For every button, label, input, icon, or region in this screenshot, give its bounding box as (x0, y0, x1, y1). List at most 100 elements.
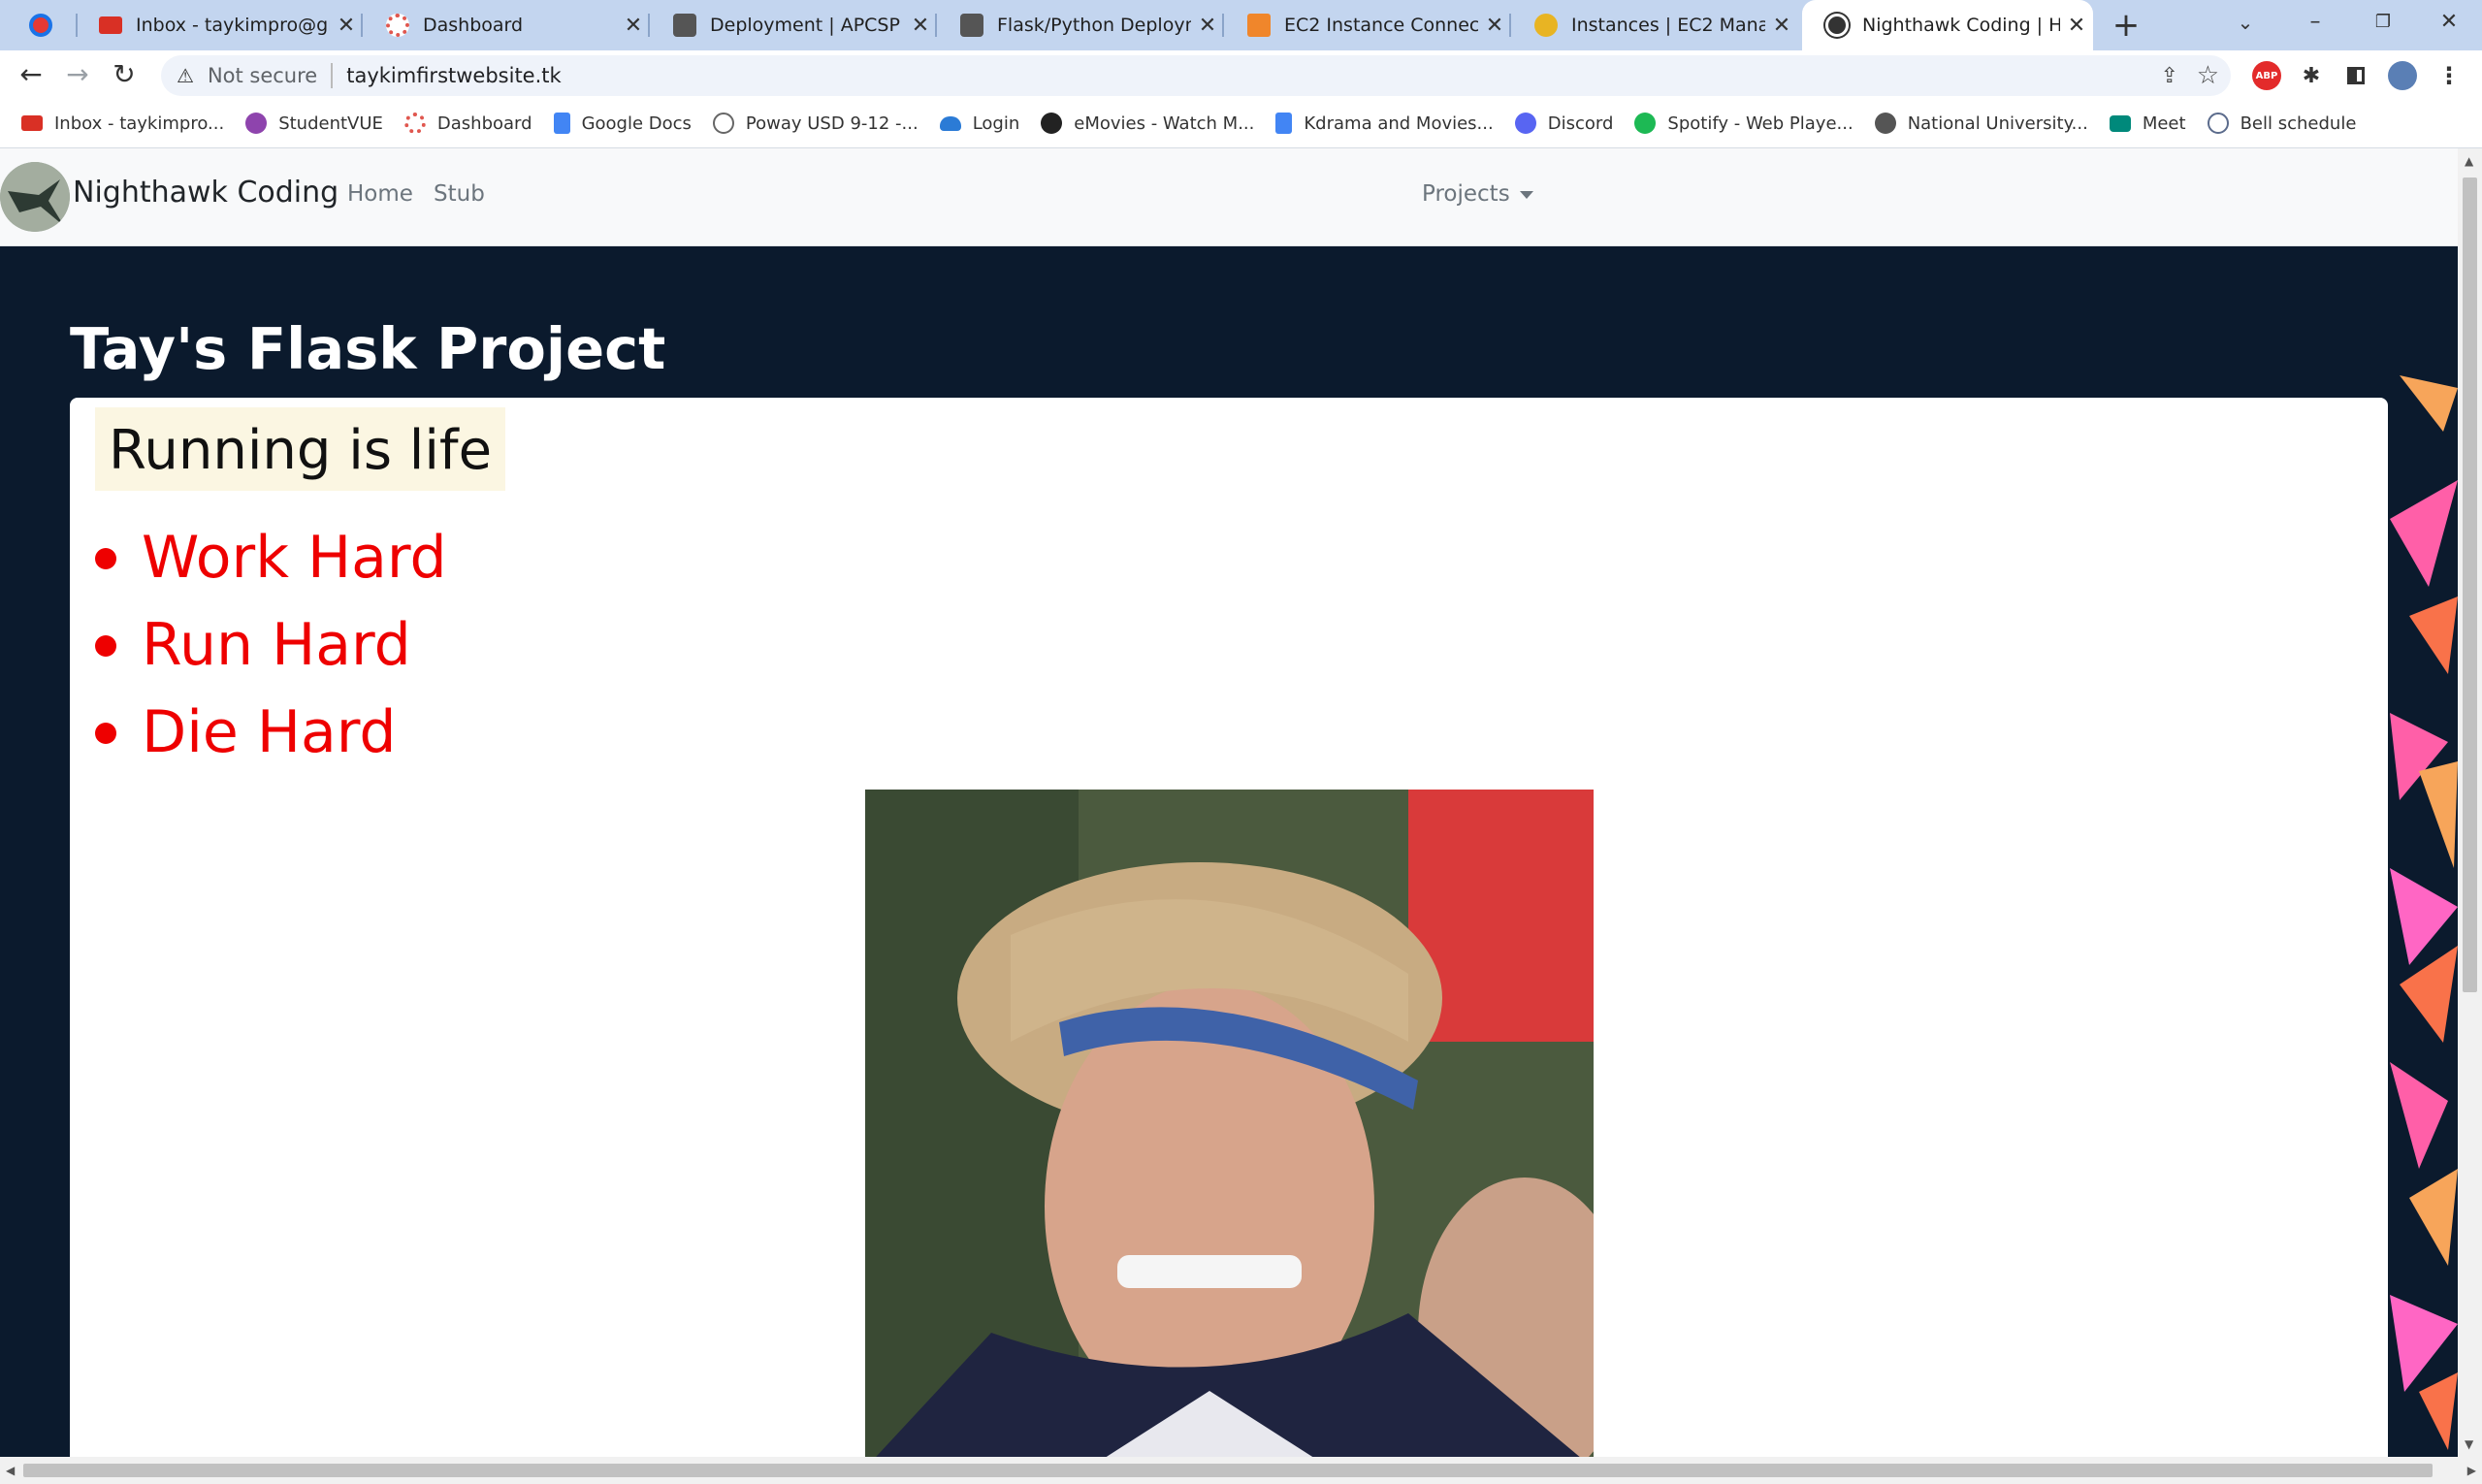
bell-schedule-icon (2207, 113, 2229, 134)
tab-4-close-icon[interactable]: ✕ (1191, 14, 1224, 38)
bookmark-google-docs[interactable]: Google Docs (553, 113, 692, 134)
chrome-menu-kebab-icon[interactable]: ⋮ (2434, 61, 2464, 90)
nighthawk-favicon-icon (673, 14, 696, 37)
dashboard-icon (403, 113, 426, 134)
tab-1-title: Inbox - taykimpro@gmail (136, 15, 330, 36)
tab-search-chevron-down-icon[interactable]: ⌄ (2211, 0, 2279, 47)
adblock-extension-icon[interactable]: ABP (2252, 61, 2281, 90)
gmail-icon (21, 115, 43, 131)
tab-1[interactable]: Inbox - taykimpro@gmail ✕ (76, 0, 363, 50)
horizontal-scrollbar[interactable]: ◀ ▶ (0, 1457, 2482, 1484)
tab-0[interactable] (10, 0, 78, 50)
tab-strip: Inbox - taykimpro@gmail ✕ Dashboard ✕ De… (0, 0, 2482, 50)
tab-3-title: Deployment | APCSP (710, 15, 900, 36)
tab-7-title: Nighthawk Coding | Hom (1862, 15, 2060, 36)
scroll-down-arrow-icon[interactable]: ▼ (2465, 1437, 2473, 1451)
bookmark-discord[interactable]: Discord (1514, 113, 1613, 134)
gmail-favicon-icon (99, 16, 122, 34)
new-tab-plus-icon[interactable]: + (2107, 6, 2145, 45)
warning-triangle-icon[interactable]: ⚠ (177, 64, 194, 87)
tab-7-active[interactable]: Nighthawk Coding | Hom ✕ (1802, 0, 2093, 50)
nighthawk-logo-icon[interactable] (0, 162, 70, 232)
poway-usd-icon (712, 113, 734, 134)
scroll-right-arrow-icon[interactable]: ▶ (2467, 1464, 2476, 1477)
decorative-triangles (2390, 375, 2458, 1450)
google-docs-icon (553, 113, 570, 134)
site-brand[interactable]: Nighthawk Coding (73, 176, 338, 210)
page-title: Tay's Flask Project (70, 315, 666, 382)
vertical-scroll-thumb[interactable] (2463, 177, 2477, 992)
bookmark-spotify[interactable]: Spotify - Web Playe... (1634, 113, 1853, 134)
bookmark-emovies[interactable]: eMovies - Watch M... (1041, 113, 1254, 134)
tab-1-close-icon[interactable]: ✕ (330, 14, 363, 38)
list-item: Run Hard (95, 601, 447, 689)
cloud-login-icon (939, 115, 961, 131)
bookmark-label: Poway USD 9-12 -... (745, 113, 919, 134)
tab-6-close-icon[interactable]: ✕ (1765, 14, 1798, 38)
spotify-icon (1634, 113, 1657, 134)
tab-6[interactable]: Instances | EC2 Managem ✕ (1511, 0, 1798, 50)
minimize-icon[interactable]: – (2281, 0, 2349, 47)
extensions-puzzle-icon[interactable]: ✱ (2297, 61, 2326, 90)
motto-list: Work Hard Run Hard Die Hard (95, 514, 447, 776)
address-bar[interactable]: ⚠ Not secure taykimfirstwebsite.tk ⇪ ☆ (161, 55, 2231, 96)
nav-stub-link[interactable]: Stub (434, 181, 485, 207)
list-item-text: Run Hard (142, 611, 411, 679)
tab-5-close-icon[interactable]: ✕ (1478, 14, 1511, 38)
content-card: Running is life Work Hard Run Hard Die H… (70, 398, 2388, 1457)
projects-dropdown[interactable]: Projects (1422, 181, 1533, 207)
horizontal-scroll-thumb[interactable] (23, 1464, 2433, 1477)
caret-down-icon (1519, 190, 1533, 199)
runner-photo (865, 790, 1594, 1457)
list-item-text: Work Hard (142, 524, 447, 592)
bookmark-meet[interactable]: Meet (2109, 113, 2186, 134)
scroll-left-arrow-icon[interactable]: ◀ (6, 1464, 15, 1477)
tab-2-title: Dashboard (423, 15, 524, 36)
bookmark-gmail[interactable]: Inbox - taykimpro... (21, 113, 224, 134)
reload-icon[interactable]: ↻ (105, 56, 144, 95)
security-label[interactable]: Not secure (208, 64, 317, 87)
tab-4-title: Flask/Python Deployment (997, 15, 1191, 36)
tab-3-close-icon[interactable]: ✕ (904, 14, 937, 38)
tab-5[interactable]: EC2 Instance Connect ✕ (1224, 0, 1511, 50)
bookmark-star-icon[interactable]: ☆ (2197, 61, 2219, 90)
bullet-dot-icon (95, 635, 116, 657)
bookmark-kdrama[interactable]: Kdrama and Movies... (1275, 113, 1494, 134)
tab-6-title: Instances | EC2 Managem (1571, 15, 1765, 36)
browser-toolbar: ← → ↻ ⚠ Not secure taykimfirstwebsite.tk… (0, 50, 2482, 99)
tab-2[interactable]: Dashboard ✕ (363, 0, 650, 50)
bookmark-login[interactable]: Login (939, 113, 1020, 134)
forward-arrow-icon[interactable]: → (58, 56, 97, 95)
bookmark-national-university[interactable]: National University... (1874, 113, 2088, 134)
profile-avatar-icon[interactable] (2388, 61, 2417, 90)
tab-2-close-icon[interactable]: ✕ (617, 14, 650, 38)
bookmark-label: Login (972, 113, 1020, 134)
aws-cube-favicon-icon (1247, 14, 1271, 37)
tab-3[interactable]: Deployment | APCSP ✕ (650, 0, 937, 50)
bookmark-label: Kdrama and Movies... (1304, 113, 1494, 134)
url-text[interactable]: taykimfirstwebsite.tk (346, 64, 561, 87)
vertical-scrollbar[interactable]: ▲ ▼ (2458, 148, 2482, 1457)
google-docs-icon (1275, 113, 1293, 134)
side-panel-shape (2347, 67, 2365, 84)
restore-icon[interactable]: ❐ (2349, 0, 2417, 47)
tab-7-close-icon[interactable]: ✕ (2060, 14, 2093, 38)
back-arrow-icon[interactable]: ← (12, 56, 50, 95)
ec2-favicon-icon (1534, 14, 1558, 37)
nav-home-link[interactable]: Home (347, 181, 413, 207)
side-panel-icon[interactable] (2341, 61, 2370, 90)
bullet-dot-icon (95, 548, 116, 569)
bookmark-dashboard[interactable]: Dashboard (403, 113, 532, 134)
tab-4[interactable]: Flask/Python Deployment ✕ (937, 0, 1224, 50)
close-window-icon[interactable]: ✕ (2415, 0, 2482, 47)
scroll-up-arrow-icon[interactable]: ▲ (2465, 154, 2473, 168)
bookmark-label: Dashboard (436, 113, 532, 134)
bookmark-poway-usd[interactable]: Poway USD 9-12 -... (712, 113, 919, 134)
bookmark-label: Inbox - taykimpro... (54, 113, 225, 134)
google-meet-icon (2109, 114, 2131, 132)
bookmark-bell-schedule[interactable]: Bell schedule (2207, 113, 2356, 134)
bookmark-studentvue[interactable]: StudentVUE (245, 113, 383, 134)
bookmark-label: Meet (2142, 113, 2186, 134)
share-icon[interactable]: ⇪ (2161, 64, 2178, 88)
discord-icon (1514, 113, 1536, 134)
